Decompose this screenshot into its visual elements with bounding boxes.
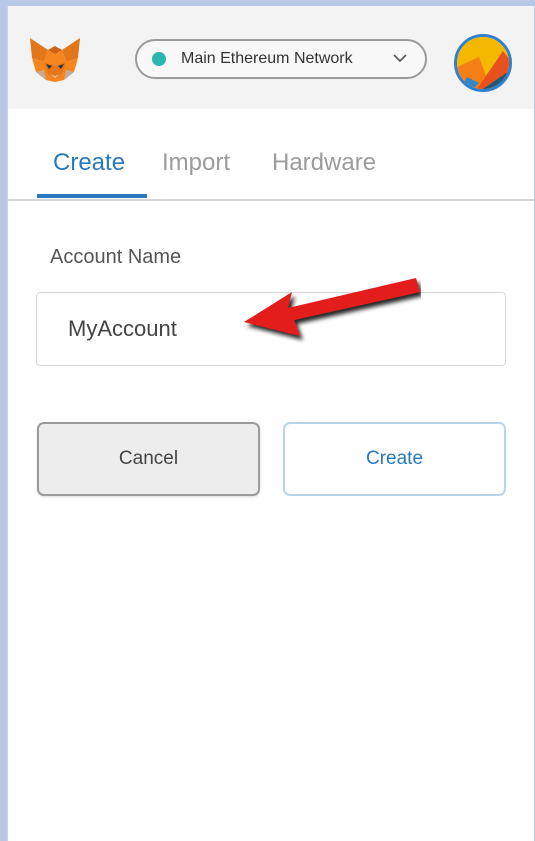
chevron-down-icon	[393, 54, 407, 63]
tab-import[interactable]: Import	[162, 149, 230, 177]
tab-hardware[interactable]: Hardware	[272, 149, 376, 177]
active-tab-indicator	[37, 194, 147, 198]
cancel-button[interactable]: Cancel	[37, 422, 260, 496]
extension-popup: Main Ethereum Network Create Import Hard…	[7, 6, 534, 841]
tab-create[interactable]: Create	[53, 149, 125, 177]
account-tabs: Create Import Hardware	[8, 109, 534, 201]
metamask-fox-icon	[30, 38, 80, 82]
account-avatar[interactable]	[454, 34, 512, 92]
app-header: Main Ethereum Network	[8, 6, 534, 109]
create-button[interactable]: Create	[283, 422, 506, 496]
account-name-input[interactable]	[36, 292, 506, 366]
network-status-dot	[152, 52, 166, 66]
account-identicon	[457, 37, 509, 89]
network-selector[interactable]: Main Ethereum Network	[135, 39, 427, 79]
account-name-label: Account Name	[50, 246, 182, 268]
screenshot-backdrop: Main Ethereum Network Create Import Hard…	[0, 0, 535, 841]
network-label: Main Ethereum Network	[181, 50, 353, 67]
